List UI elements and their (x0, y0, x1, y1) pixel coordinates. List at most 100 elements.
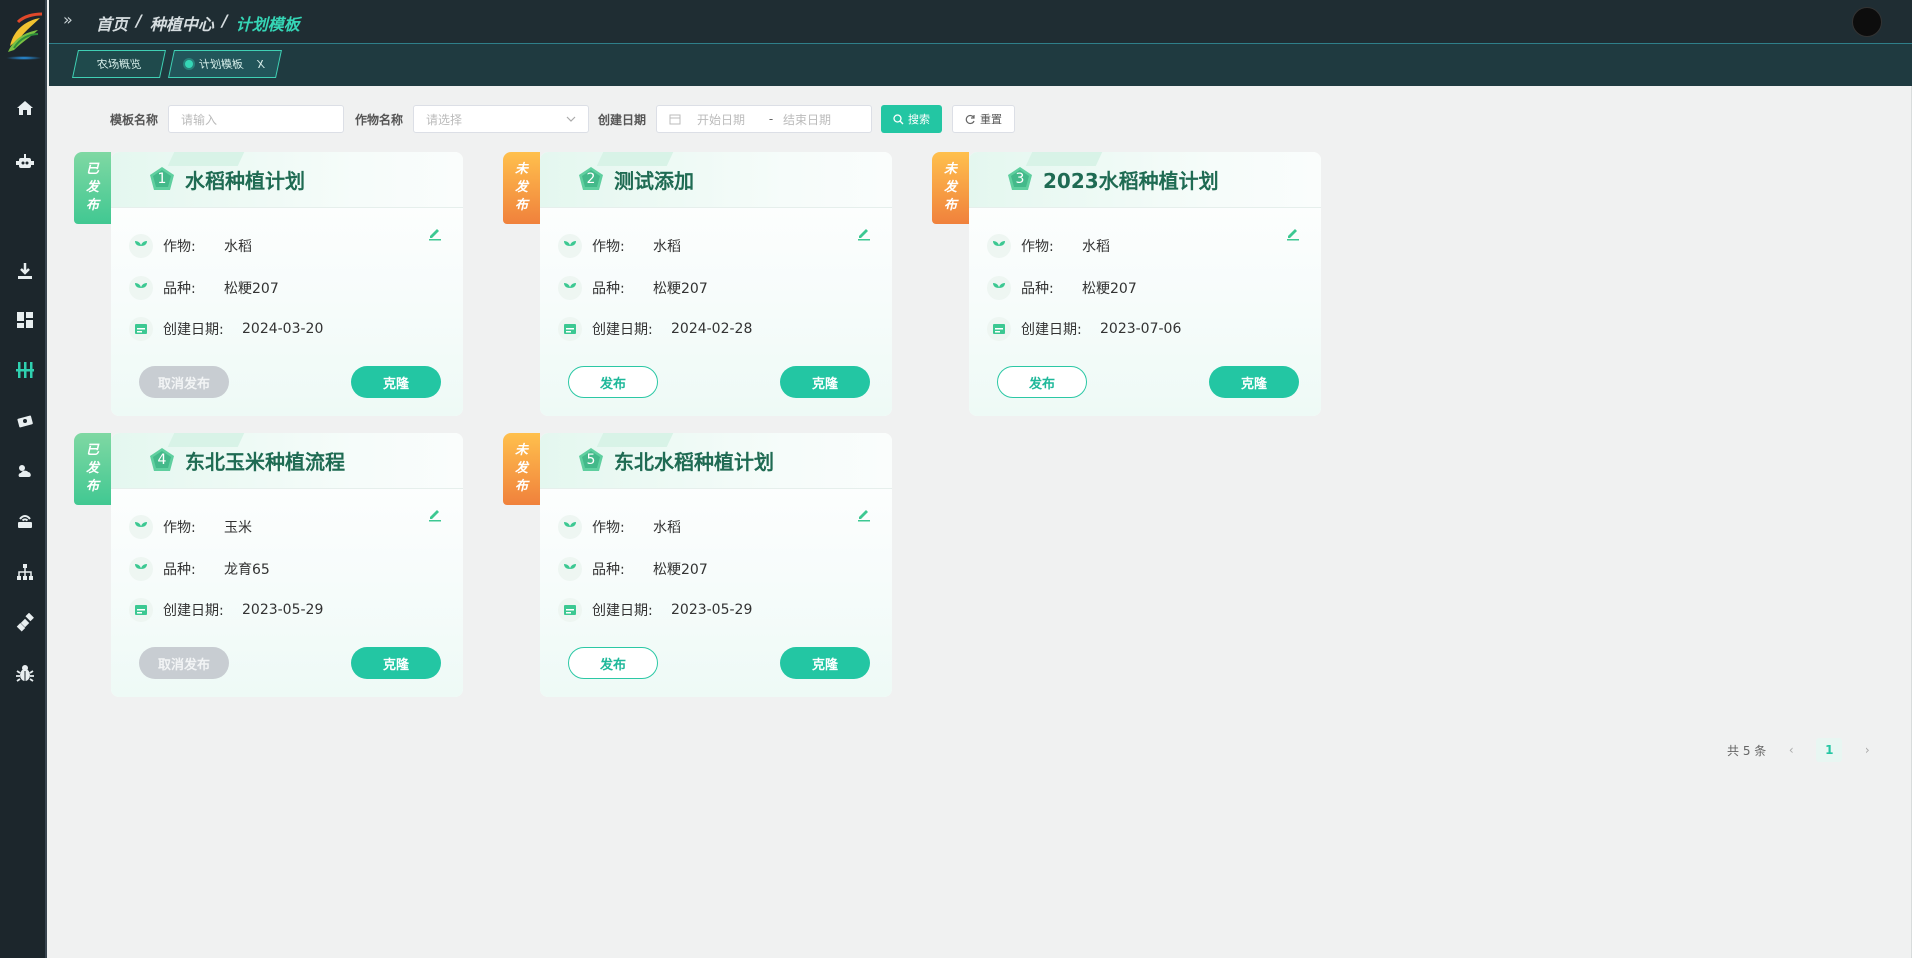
variety-label: 品种: (592, 281, 625, 297)
refresh-icon (965, 114, 975, 124)
crop-value: 玉米 (224, 520, 252, 536)
tab-label: 计划模板 (197, 58, 245, 71)
crop-row: 作物: 水稻 (558, 515, 681, 539)
status-char: 布 (514, 198, 528, 213)
created-date-row: 创建日期: 2023-05-29 (129, 598, 323, 622)
reset-button[interactable]: 重置 (952, 105, 1016, 133)
variety-value: 松粳207 (1082, 281, 1137, 297)
publish-button[interactable]: 发布 (568, 366, 658, 398)
search-button-label: 搜索 (908, 113, 931, 126)
variety-value: 松粳207 (653, 281, 708, 297)
publish-button[interactable]: 发布 (568, 647, 658, 679)
planting-icon[interactable] (13, 358, 37, 382)
card-body: 1 水稻种植计划 作物: 水稻 品种: 松粳207 创建日期: 2024-03-… (111, 152, 463, 416)
weather-icon[interactable] (13, 459, 37, 483)
crop-row: 作物: 水稻 (558, 234, 681, 258)
router-icon[interactable] (13, 509, 37, 533)
calendar-icon (129, 598, 153, 622)
clone-button[interactable]: 克隆 (351, 647, 441, 679)
button-label: 取消发布 (157, 657, 210, 673)
clone-button[interactable]: 克隆 (780, 647, 870, 679)
edit-icon[interactable] (427, 506, 443, 522)
status-char: 未 (514, 443, 528, 458)
status-badge: 已 发 布 (74, 433, 111, 505)
status-char: 发 (85, 461, 99, 476)
hierarchy-icon[interactable] (13, 560, 37, 584)
range-separator: - (768, 112, 774, 126)
clone-button[interactable]: 克隆 (351, 366, 441, 398)
status-badge: 未 发 布 (503, 152, 540, 224)
home-icon[interactable] (13, 96, 37, 120)
tab-plan-template[interactable]: 计划模板 X (168, 50, 282, 78)
created-date-value: 2023-07-06 (1100, 321, 1182, 337)
variety-label: 品种: (1021, 281, 1054, 297)
leaf-icon (987, 234, 1011, 258)
calendar-icon (129, 317, 153, 341)
tickets-icon[interactable] (13, 409, 37, 433)
breadcrumb-planting-center[interactable]: 种植中心 (150, 11, 214, 35)
crop-name-placeholder: 请选择 (426, 112, 463, 127)
bug-icon[interactable] (13, 661, 37, 685)
clone-button[interactable]: 克隆 (780, 366, 870, 398)
card-index-badge: 5 (578, 447, 604, 473)
satellite-icon[interactable] (13, 611, 37, 635)
leaf-icon (558, 234, 582, 258)
leaf-icon (987, 276, 1011, 300)
reset-button-label: 重置 (980, 113, 1003, 126)
template-card[interactable]: 未 发 布 5 东北水稻种植计划 作物: 水稻 品种: 松粳207 创建日期: … (503, 433, 892, 697)
search-button[interactable]: 搜索 (881, 105, 943, 133)
template-card[interactable]: 未 发 布 2 测试添加 作物: 水稻 品种: 松粳207 创建日期: 2024… (503, 152, 892, 416)
leaf-icon (129, 234, 153, 258)
crop-row: 作物: 玉米 (129, 515, 252, 539)
card-index: 4 (157, 452, 167, 468)
user-avatar[interactable] (1852, 7, 1882, 37)
tab-close-icon[interactable]: X (256, 58, 266, 71)
unpublish-button[interactable]: 取消发布 (139, 647, 229, 679)
leaf-icon (129, 276, 153, 300)
end-date-placeholder[interactable]: 结束日期 (783, 111, 831, 128)
tab-farm-overview[interactable]: 农场概览 (72, 50, 166, 78)
robot-icon[interactable] (13, 150, 37, 174)
created-date-value: 2024-03-20 (242, 321, 324, 337)
app-logo[interactable] (4, 8, 44, 60)
template-card[interactable]: 已 发 布 4 东北玉米种植流程 作物: 玉米 品种: 龙育65 创建日期: 2… (74, 433, 463, 697)
created-date-row: 创建日期: 2023-07-06 (987, 317, 1181, 341)
created-date-label: 创建日期: (592, 603, 653, 619)
crop-name-select[interactable]: 请选择 (413, 105, 590, 133)
sidebar (0, 0, 47, 958)
breadcrumb-home[interactable]: 首页 (96, 11, 128, 35)
dashboard-icon[interactable] (13, 308, 37, 332)
date-range-picker[interactable]: 开始日期 - 结束日期 (656, 105, 873, 133)
page-number[interactable]: 1 (1816, 738, 1843, 762)
status-char: 已 (85, 443, 99, 458)
template-card[interactable]: 已 发 布 1 水稻种植计划 作物: 水稻 品种: 松粳207 创建日期: 20… (74, 152, 463, 416)
edit-icon[interactable] (1285, 225, 1301, 241)
download-icon[interactable] (13, 259, 37, 283)
edit-icon[interactable] (856, 506, 872, 522)
prev-page-icon[interactable]: ‹ (1780, 739, 1802, 761)
publish-button[interactable]: 发布 (997, 366, 1087, 398)
variety-label: 品种: (592, 562, 625, 578)
created-date-value: 2023-05-29 (671, 602, 753, 618)
breadcrumb-separator: / (221, 11, 228, 30)
calendar-icon (558, 317, 582, 341)
card-body: 4 东北玉米种植流程 作物: 玉米 品种: 龙育65 创建日期: 2023-05… (111, 433, 463, 697)
clone-button[interactable]: 克隆 (1209, 366, 1299, 398)
template-card[interactable]: 未 发 布 3 2023水稻种植计划 作物: 水稻 品种: 松粳207 创建日期… (932, 152, 1321, 416)
start-date-placeholder[interactable]: 开始日期 (697, 111, 759, 128)
variety-value: 松粳207 (224, 281, 279, 297)
active-dot-icon (185, 60, 194, 68)
crop-row: 作物: 水稻 (987, 234, 1110, 258)
next-page-icon[interactable]: › (1856, 739, 1878, 761)
card-index-badge: 4 (149, 447, 175, 473)
card-title: 水稻种植计划 (185, 169, 305, 193)
expand-sidebar-icon[interactable]: » (63, 10, 73, 29)
breadcrumb-separator: / (136, 11, 142, 30)
status-char: 布 (85, 479, 99, 494)
status-char: 未 (514, 162, 528, 177)
template-name-input[interactable]: 请输入 (168, 105, 345, 133)
edit-icon[interactable] (427, 225, 443, 241)
edit-icon[interactable] (856, 225, 872, 241)
button-label: 克隆 (811, 376, 838, 392)
unpublish-button[interactable]: 取消发布 (139, 366, 229, 398)
